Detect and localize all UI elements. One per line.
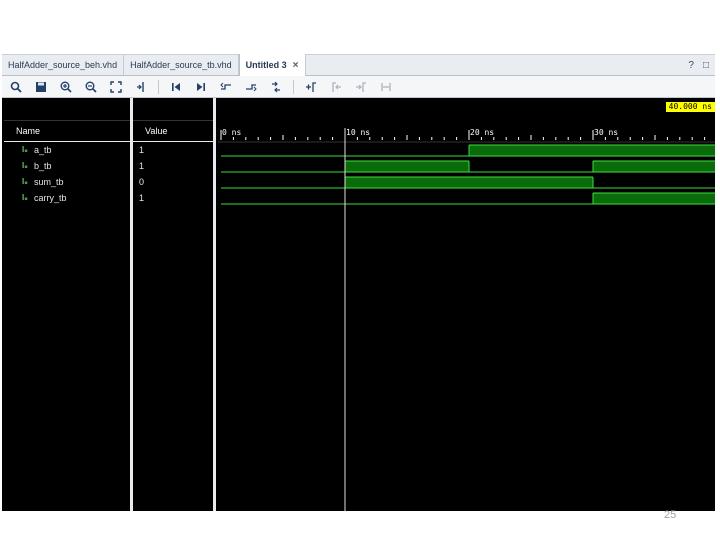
- signal-name: sum_tb: [34, 177, 64, 187]
- signal-name: carry_tb: [34, 193, 67, 203]
- signal-value: 1: [139, 145, 145, 155]
- signal-value: 0: [139, 177, 145, 187]
- tab-halfadder-source-tb[interactable]: HalfAdder_source_tb.vhd: [124, 55, 239, 75]
- wave-window: Name l₆ a_tb l₆ b_tb l₆ sum_tb l₆ carry_tb V…: [2, 98, 715, 511]
- value-header-label: Value: [145, 126, 168, 136]
- swap-cursors-icon[interactable]: [268, 79, 284, 95]
- waveform-high-segment: [469, 145, 715, 156]
- value-wave-splitter[interactable]: [213, 98, 216, 511]
- zoom-in-icon[interactable]: [58, 79, 74, 95]
- tab-halfadder-source-beh[interactable]: HalfAdder_source_beh.vhd: [2, 55, 125, 75]
- waveform-high-segment: [593, 193, 715, 204]
- help-icon[interactable]: ?: [688, 60, 694, 71]
- delete-marker-icon[interactable]: [378, 79, 394, 95]
- slide-page-number: 25: [664, 509, 677, 521]
- restore-icon[interactable]: □: [703, 60, 709, 71]
- goto-end-icon[interactable]: [193, 79, 209, 95]
- logic-signal-icon: l₆: [22, 177, 28, 186]
- prev-transition-icon[interactable]: [218, 79, 234, 95]
- signal-value-pane: Value 1 1 0 1: [133, 98, 213, 511]
- toolbar-divider: [293, 79, 294, 94]
- signal-value: 1: [139, 193, 145, 203]
- value-column-header[interactable]: Value: [133, 120, 213, 142]
- end-time-marker-label: 40.000 ns: [665, 102, 715, 112]
- signal-name: b_tb: [34, 161, 52, 171]
- prev-marker-icon[interactable]: [328, 79, 344, 95]
- time-tick-label: 10 ns: [346, 128, 371, 137]
- logic-signal-icon: l₆: [22, 145, 28, 154]
- time-tick-label: 30 ns: [594, 128, 619, 137]
- signal-row-carry-tb[interactable]: l₆ carry_tb: [4, 190, 130, 206]
- name-column-header[interactable]: Name: [4, 120, 130, 142]
- logic-signal-icon: l₆: [22, 161, 28, 170]
- zoom-fit-icon[interactable]: [108, 79, 124, 95]
- editor-tab-bar: HalfAdder_source_beh.vhd HalfAdder_sourc…: [2, 54, 715, 76]
- waveform-area[interactable]: 40.000 ns 0 ns 10 ns 20 ns 30 ns: [218, 98, 715, 511]
- add-marker-icon[interactable]: [303, 79, 319, 95]
- signal-value: 1: [139, 161, 145, 171]
- save-icon[interactable]: [33, 79, 49, 95]
- goto-cursor-icon[interactable]: [133, 79, 149, 95]
- signal-row-a-tb[interactable]: l₆ a_tb: [4, 142, 130, 158]
- signal-name-pane: Name l₆ a_tb l₆ b_tb l₆ sum_tb l₆ carry_tb: [4, 98, 130, 511]
- waveform-viewer-app: HalfAdder_source_beh.vhd HalfAdder_sourc…: [0, 0, 720, 540]
- tab-label: HalfAdder_source_tb.vhd: [130, 60, 232, 70]
- tab-untitled-3[interactable]: Untitled 3 ×: [238, 54, 306, 76]
- tab-actions: ? □: [688, 60, 715, 71]
- waveform-high-segment: [345, 161, 469, 172]
- time-tick-label: 20 ns: [470, 128, 495, 137]
- signal-name: a_tb: [34, 145, 52, 155]
- waveform-high-segment: [345, 177, 593, 188]
- logic-signal-icon: l₆: [22, 193, 28, 202]
- signal-row-sum-tb[interactable]: l₆ sum_tb: [4, 174, 130, 190]
- waveform-canvas: [218, 128, 715, 511]
- close-icon[interactable]: ×: [293, 60, 299, 71]
- signal-row-b-tb[interactable]: l₆ b_tb: [4, 158, 130, 174]
- search-icon[interactable]: [8, 79, 24, 95]
- tab-label: HalfAdder_source_beh.vhd: [8, 60, 118, 70]
- zoom-out-icon[interactable]: [83, 79, 99, 95]
- toolbar-divider: [158, 79, 159, 94]
- waveform-high-segment: [593, 161, 715, 172]
- time-tick-label: 0 ns: [222, 128, 242, 137]
- next-transition-icon[interactable]: [243, 79, 259, 95]
- goto-start-icon[interactable]: [168, 79, 184, 95]
- waveform-toolbar: [2, 76, 715, 98]
- name-header-label: Name: [16, 126, 41, 136]
- next-marker-icon[interactable]: [353, 79, 369, 95]
- tab-label: Untitled 3: [245, 60, 287, 70]
